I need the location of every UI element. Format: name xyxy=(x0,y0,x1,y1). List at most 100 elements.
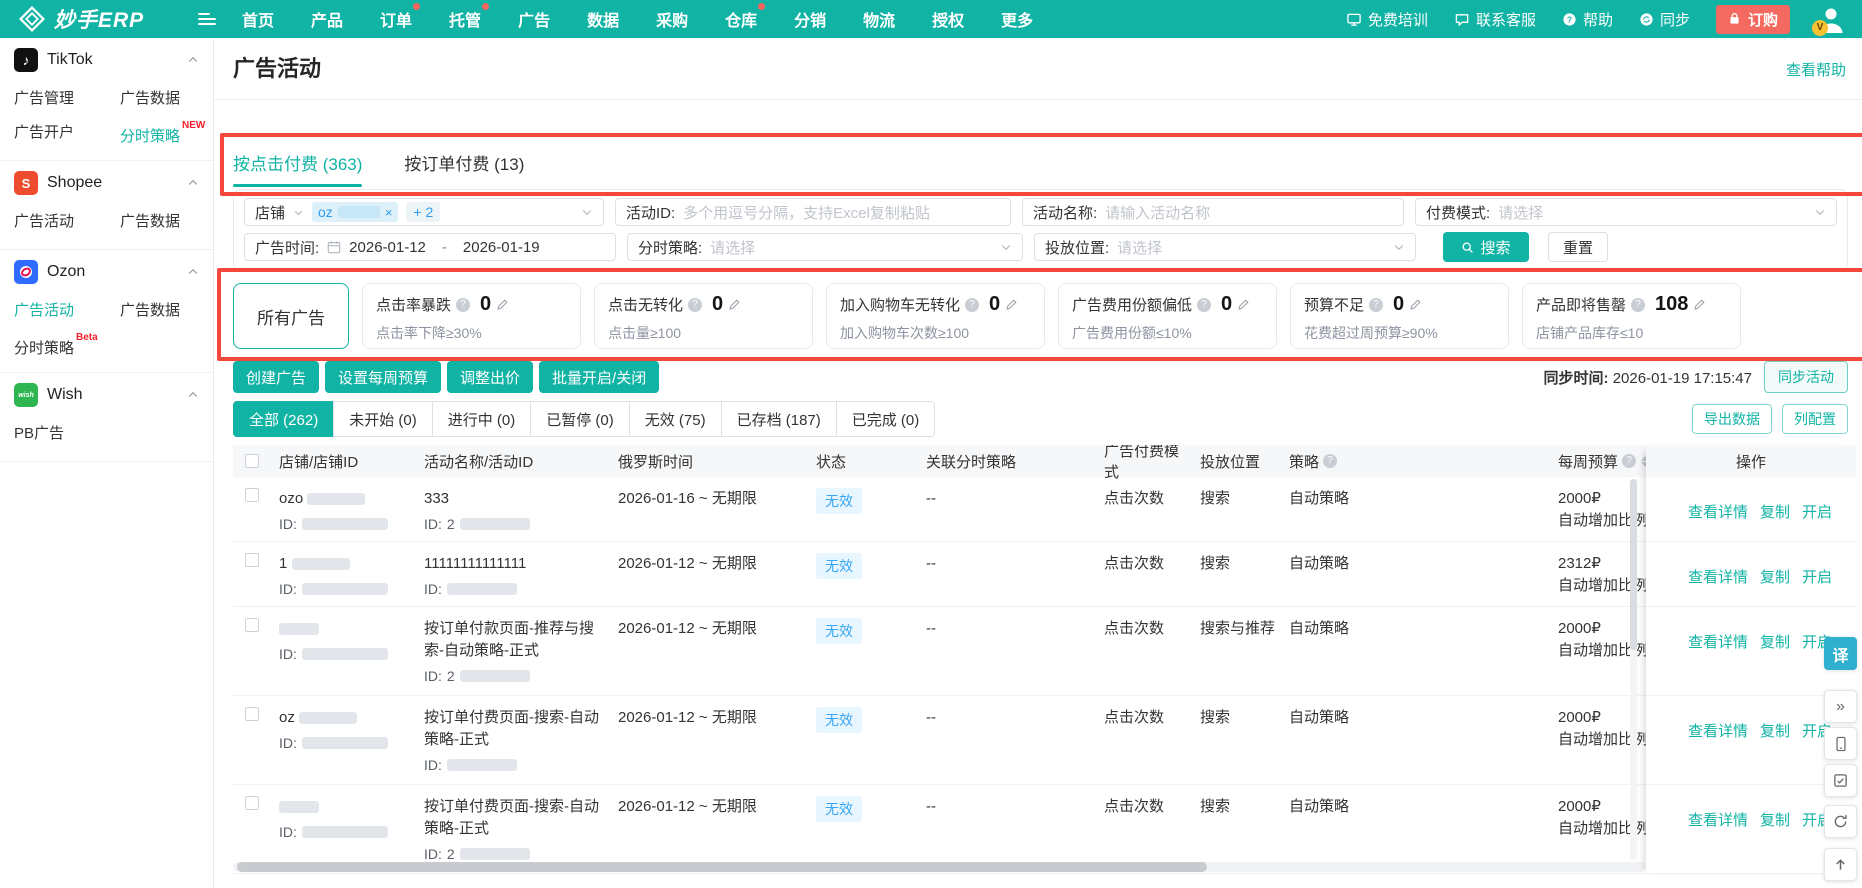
row-checkbox[interactable] xyxy=(245,488,259,502)
status-tab-已完成 (0)[interactable]: 已完成 (0) xyxy=(836,401,936,437)
sidebar-section-header-ozon[interactable]: Ozon xyxy=(0,250,213,294)
collapse-right-button[interactable]: » xyxy=(1824,690,1857,723)
edit-pencil-icon[interactable] xyxy=(1693,298,1706,311)
sidebar-item-PB广告[interactable]: PB广告 xyxy=(14,419,120,449)
placement-select[interactable]: 投放位置: 请选择 xyxy=(1034,233,1416,261)
menu-collapse-icon[interactable] xyxy=(198,13,216,25)
pay-tab-按点击付费 (363)[interactable]: 按点击付费 (363) xyxy=(233,150,362,180)
row-checkbox[interactable] xyxy=(245,707,259,721)
metric-card-预算不足[interactable]: 预算不足?0花费超过周预算≥90% xyxy=(1290,283,1509,349)
op-link-查看详情[interactable]: 查看详情 xyxy=(1688,501,1748,541)
back-to-top-button[interactable] xyxy=(1824,848,1857,881)
edit-pencil-icon[interactable] xyxy=(728,298,741,311)
ad-time-range-picker[interactable]: 广告时间: 2026-01-12 - 2026-01-19 xyxy=(244,233,616,261)
vertical-scrollbar-thumb[interactable] xyxy=(1630,479,1637,650)
topbar-menu-item-订单[interactable]: 订单 xyxy=(380,7,412,31)
status-tab-未开始 (0)[interactable]: 未开始 (0) xyxy=(333,401,433,437)
topbar-menu-item-物流[interactable]: 物流 xyxy=(863,7,895,31)
sidebar-section-header-shopee[interactable]: SShopee xyxy=(0,161,213,205)
tag-remove-icon[interactable]: × xyxy=(385,205,393,220)
export-data-button[interactable]: 导出数据 xyxy=(1692,404,1772,434)
sidebar-item-广告开户[interactable]: 广告开户 xyxy=(14,118,120,148)
sidebar-item-广告活动[interactable]: 广告活动 xyxy=(14,207,120,237)
topbar-menu-item-产品[interactable]: 产品 xyxy=(311,7,343,31)
toolbar-button-创建广告[interactable]: 创建广告 xyxy=(233,361,319,393)
op-link-复制[interactable]: 复制 xyxy=(1760,809,1790,873)
op-link-复制[interactable]: 复制 xyxy=(1760,501,1790,541)
row-checkbox[interactable] xyxy=(245,618,259,632)
activity-id-input[interactable]: 活动ID: 多个用逗号分隔，支持Excel复制粘贴 xyxy=(615,198,1011,226)
toolbar-button-调整出价[interactable]: 调整出价 xyxy=(447,361,533,393)
toolbar-button-批量开启/关闭[interactable]: 批量开启/关闭 xyxy=(539,361,659,393)
topbar-menu-item-采购[interactable]: 采购 xyxy=(656,7,688,31)
horizontal-scrollbar-thumb[interactable] xyxy=(237,862,1207,872)
topbar-menu-item-更多[interactable]: 更多 xyxy=(1001,7,1033,31)
search-button[interactable]: 搜索 xyxy=(1443,232,1529,262)
status-tab-已存档 (187)[interactable]: 已存档 (187) xyxy=(721,401,837,437)
op-link-查看详情[interactable]: 查看详情 xyxy=(1688,566,1748,606)
topbar-menu-item-分销[interactable]: 分销 xyxy=(794,7,826,31)
op-link-复制[interactable]: 复制 xyxy=(1760,566,1790,606)
shop-select[interactable]: 店铺 oz × + 2 xyxy=(244,198,604,226)
metric-card-广告费用份额偏低[interactable]: 广告费用份额偏低?0广告费用份额≤10% xyxy=(1058,283,1277,349)
all-ads-card[interactable]: 所有广告 xyxy=(233,283,349,349)
edit-pencil-icon[interactable] xyxy=(1237,298,1250,311)
avatar[interactable]: V xyxy=(1816,4,1852,34)
time-strategy-select[interactable]: 分时策略: 请选择 xyxy=(627,233,1023,261)
op-link-查看详情[interactable]: 查看详情 xyxy=(1688,631,1748,695)
pay-mode-select[interactable]: 付费模式: 请选择 xyxy=(1415,198,1837,226)
status-tab-进行中 (0)[interactable]: 进行中 (0) xyxy=(432,401,532,437)
topbar-menu-item-首页[interactable]: 首页 xyxy=(242,7,274,31)
row-checkbox[interactable] xyxy=(245,553,259,567)
edit-pencil-icon[interactable] xyxy=(496,298,509,311)
sidebar-item-分时策略[interactable]: 分时策略NEW xyxy=(120,118,205,148)
topbar-menu-item-仓库[interactable]: 仓库 xyxy=(725,7,757,31)
metric-card-点击无转化[interactable]: 点击无转化?0点击量≥100 xyxy=(594,283,813,349)
metric-card-点击率暴跌[interactable]: 点击率暴跌?0点击率下降≥30% xyxy=(362,283,581,349)
status-tab-无效 (75)[interactable]: 无效 (75) xyxy=(629,401,722,437)
topbar-menu-item-数据[interactable]: 数据 xyxy=(587,7,619,31)
subscribe-button[interactable]: 订购 xyxy=(1716,5,1790,34)
sidebar-item-分时策略[interactable]: 分时策略Beta xyxy=(14,330,120,360)
sidebar-section-header-wish[interactable]: wishWish xyxy=(0,373,213,417)
op-link-复制[interactable]: 复制 xyxy=(1760,720,1790,784)
activity-name-input[interactable]: 活动名称: 请输入活动名称 xyxy=(1022,198,1404,226)
refresh-button[interactable] xyxy=(1824,805,1857,838)
op-link-查看详情[interactable]: 查看详情 xyxy=(1688,809,1748,873)
sync-icon xyxy=(1639,12,1654,27)
topbar-menu-item-授权[interactable]: 授权 xyxy=(932,7,964,31)
pay-tab-按订单付费 (13)[interactable]: 按订单付费 (13) xyxy=(404,150,524,180)
topbar-training-item[interactable]: 免费培训 xyxy=(1346,9,1428,30)
column-config-button[interactable]: 列配置 xyxy=(1782,404,1848,434)
sidebar-item-广告数据[interactable]: 广告数据 xyxy=(120,84,205,114)
translate-button[interactable]: 译 xyxy=(1824,637,1857,670)
topbar-sync-item[interactable]: 同步 xyxy=(1639,9,1690,30)
view-help-link[interactable]: 查看帮助 xyxy=(1786,59,1846,80)
sidebar-section-header-tiktok[interactable]: ♪TikTok xyxy=(0,38,213,82)
sidebar-item-广告数据[interactable]: 广告数据 xyxy=(120,207,199,237)
row-checkbox[interactable] xyxy=(245,796,259,810)
topbar-help-item[interactable]: ?帮助 xyxy=(1562,9,1613,30)
sidebar-item-广告管理[interactable]: 广告管理 xyxy=(14,84,120,114)
feedback-button[interactable] xyxy=(1824,764,1857,797)
mobile-button[interactable] xyxy=(1824,727,1857,760)
select-all-checkbox[interactable] xyxy=(245,454,259,468)
edit-pencil-icon[interactable] xyxy=(1409,298,1422,311)
sidebar-item-广告数据[interactable]: 广告数据 xyxy=(120,296,199,326)
status-tab-全部 (262)[interactable]: 全部 (262) xyxy=(233,401,334,437)
status-tab-已暂停 (0)[interactable]: 已暂停 (0) xyxy=(530,401,630,437)
sync-activity-button[interactable]: 同步活动 xyxy=(1764,361,1848,393)
topbar-customer-service-item[interactable]: 联系客服 xyxy=(1454,9,1536,30)
topbar-menu-item-托管[interactable]: 托管 xyxy=(449,7,481,31)
op-link-复制[interactable]: 复制 xyxy=(1760,631,1790,695)
edit-pencil-icon[interactable] xyxy=(1005,298,1018,311)
sidebar-item-广告活动[interactable]: 广告活动 xyxy=(14,296,120,326)
topbar-menu-item-广告[interactable]: 广告 xyxy=(518,7,550,31)
toolbar-button-设置每周预算[interactable]: 设置每周预算 xyxy=(325,361,441,393)
metric-card-产品即将售罄[interactable]: 产品即将售罄?108店铺产品库存≤10 xyxy=(1522,283,1741,349)
op-link-查看详情[interactable]: 查看详情 xyxy=(1688,720,1748,784)
op-link-开启[interactable]: 开启 xyxy=(1802,501,1832,541)
metric-card-加入购物车无转化[interactable]: 加入购物车无转化?0加入购物车次数≥100 xyxy=(826,283,1045,349)
reset-button[interactable]: 重置 xyxy=(1548,232,1608,262)
op-link-开启[interactable]: 开启 xyxy=(1802,566,1832,606)
